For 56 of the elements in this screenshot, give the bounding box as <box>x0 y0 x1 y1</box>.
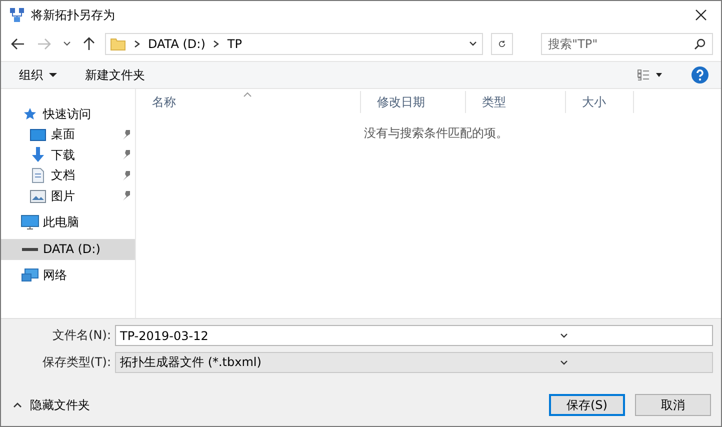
organize-menu[interactable]: 组织 <box>17 64 59 86</box>
caret-icon <box>63 40 71 48</box>
app-icon <box>9 7 25 23</box>
breadcrumb[interactable]: DATA (D:) <box>148 37 206 51</box>
new-folder-button[interactable]: 新建文件夹 <box>83 64 147 86</box>
pin-icon <box>122 191 131 202</box>
refresh-button[interactable] <box>491 33 513 55</box>
hide-folders-toggle[interactable]: 隐藏文件夹 <box>11 394 92 416</box>
address-bar[interactable]: DATA (D:) TP <box>105 33 483 55</box>
caret-icon <box>49 72 57 78</box>
dropdown-icon <box>559 358 569 368</box>
nav-item[interactable]: 文档 <box>1 166 135 186</box>
nav-item[interactable]: 快速访问 <box>1 104 135 124</box>
chevron-icon <box>132 39 142 49</box>
nav-item[interactable]: 此电脑 <box>1 212 135 233</box>
computer-icon <box>21 215 39 230</box>
star-icon <box>23 107 37 122</box>
column-header[interactable]: 修改日期 <box>361 91 466 113</box>
search-field[interactable]: 搜索"TP" <box>541 33 713 55</box>
view-options-button[interactable] <box>635 67 665 83</box>
field-label: 文件名(N): <box>52 327 111 344</box>
empty-message: 没有与搜索条件匹配的项。 <box>363 125 509 142</box>
nav-item[interactable]: 网络 <box>1 266 135 286</box>
pictures-icon <box>30 190 46 203</box>
nav-item[interactable]: 图片 <box>1 186 135 206</box>
file-type-dropdown[interactable]: 拓扑生成器文件 (*.tbxml) <box>115 352 713 373</box>
column-header[interactable]: 名称 <box>136 91 361 113</box>
dialog-button[interactable]: 取消 <box>635 394 711 416</box>
desktop-icon <box>30 128 46 141</box>
search-icon <box>694 38 706 50</box>
window-title: 将新拓扑另存为 <box>31 6 116 24</box>
up-button[interactable] <box>81 35 97 53</box>
folder-icon <box>110 37 126 51</box>
pin-icon <box>122 170 131 181</box>
file-name-field[interactable]: TP-2019-03-12 <box>115 325 713 346</box>
pin-icon <box>122 150 131 160</box>
breadcrumb[interactable]: TP <box>227 37 242 51</box>
download-icon <box>31 147 45 164</box>
nav-item[interactable]: 下载 <box>1 145 135 166</box>
help-button[interactable] <box>689 64 711 86</box>
network-icon <box>21 268 39 284</box>
close-icon <box>695 9 707 21</box>
column-header[interactable]: 类型 <box>466 91 566 113</box>
dialog-button[interactable]: 保存(S) <box>549 394 625 416</box>
pin-icon <box>122 130 131 140</box>
chevron-up-icon <box>13 402 22 408</box>
dropdown-icon <box>559 330 569 340</box>
column-header[interactable]: 大小 <box>566 91 634 113</box>
nav-item[interactable]: DATA (D:) <box>1 239 135 260</box>
document-icon <box>32 168 44 184</box>
field-label: 保存类型(T): <box>41 354 111 371</box>
chevron-icon <box>211 39 222 49</box>
refresh-icon <box>498 38 506 50</box>
back-button[interactable] <box>9 36 27 52</box>
nav-item[interactable]: 桌面 <box>1 124 135 145</box>
sort-caret-icon <box>243 92 252 97</box>
